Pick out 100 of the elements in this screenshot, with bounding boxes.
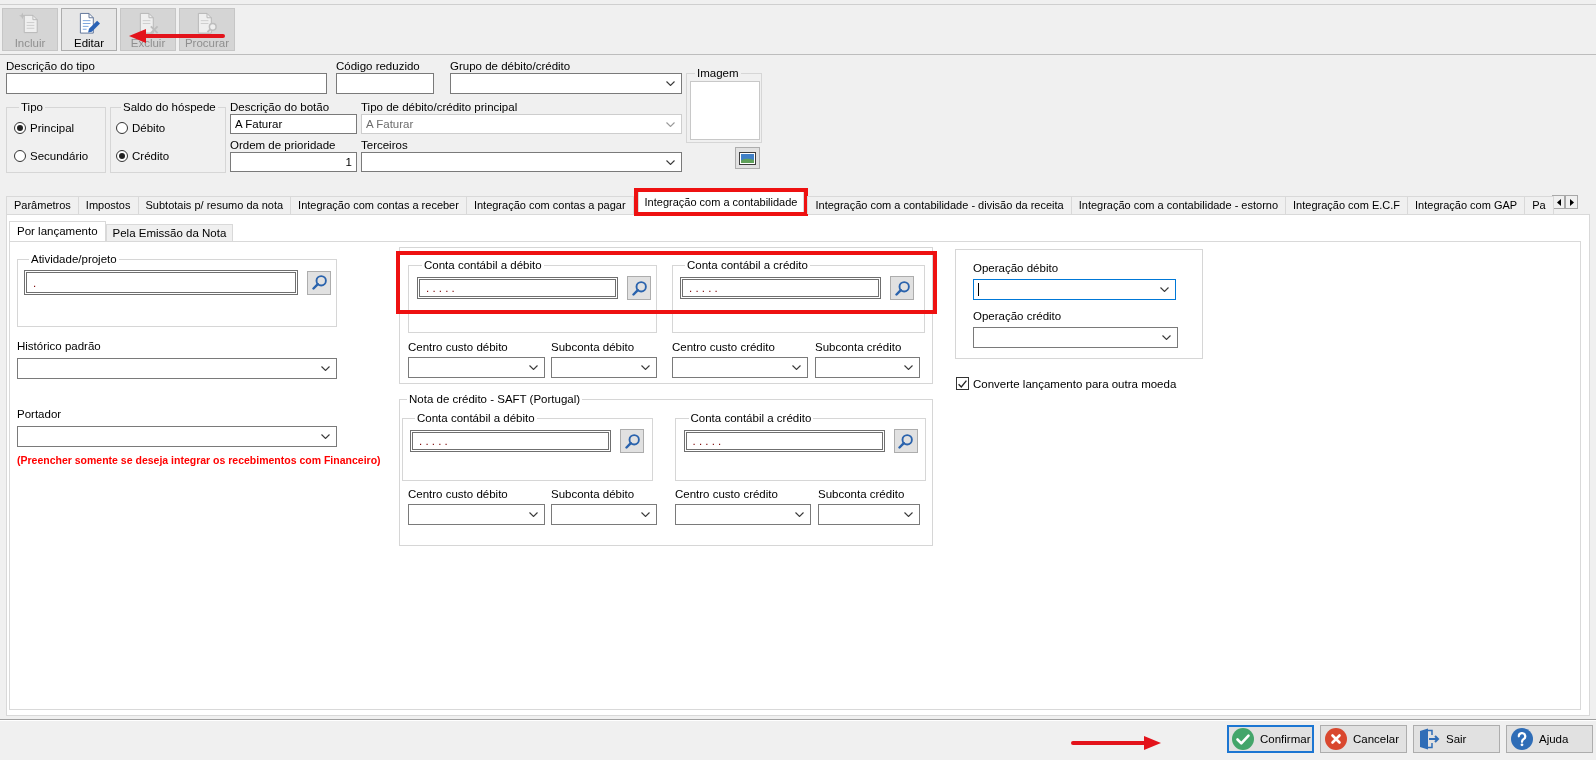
chevron-down-icon bbox=[529, 512, 538, 517]
account-input[interactable]: . . . . . bbox=[680, 277, 881, 299]
image-preview bbox=[690, 81, 760, 140]
triangle-left-icon bbox=[1556, 198, 1561, 206]
group-title: Atividade/projeto bbox=[30, 252, 118, 266]
tab[interactable]: Subtotais p/ resumo da nota bbox=[137, 196, 292, 214]
field-label: Descrição do tipo bbox=[6, 59, 96, 73]
group-title: Tipo bbox=[20, 100, 44, 114]
help-button[interactable]: Ajuda bbox=[1506, 725, 1593, 753]
radio-label: Crédito bbox=[132, 150, 170, 162]
text-input[interactable]: A Faturar bbox=[230, 114, 357, 134]
check-circle-icon bbox=[1232, 728, 1254, 750]
field-label: Operação crédito bbox=[973, 309, 1063, 323]
text-input[interactable] bbox=[336, 73, 434, 94]
radio-button[interactable] bbox=[14, 150, 26, 162]
checkmark-icon bbox=[958, 379, 967, 388]
tab[interactable]: Pela Emissão da Nota bbox=[105, 224, 234, 241]
tab[interactable]: Integração com contas a pagar bbox=[465, 196, 634, 214]
help-icon bbox=[1511, 728, 1533, 750]
number-input[interactable]: 1 bbox=[230, 152, 357, 172]
search-icon bbox=[898, 433, 913, 449]
search-button[interactable] bbox=[893, 429, 918, 453]
field-label: Operação débito bbox=[973, 261, 1060, 275]
field-label: Portador bbox=[17, 407, 62, 421]
dropdown-field[interactable] bbox=[551, 504, 657, 525]
dropdown-field[interactable] bbox=[815, 357, 920, 378]
chevron-down-icon bbox=[529, 365, 538, 370]
group-title: Saldo do hóspede bbox=[122, 100, 217, 114]
picture-icon bbox=[739, 151, 756, 165]
dropdown-field[interactable] bbox=[408, 357, 545, 378]
account-input[interactable]: . . . . . bbox=[410, 430, 611, 452]
search-button[interactable] bbox=[307, 270, 331, 295]
chevron-down-icon bbox=[321, 366, 330, 371]
dropdown-field[interactable] bbox=[551, 357, 657, 378]
tab[interactable]: Por lançamento bbox=[9, 221, 106, 241]
chevron-down-icon bbox=[1162, 335, 1171, 340]
radio-button[interactable] bbox=[116, 122, 128, 134]
checkbox-label: Converte lançamento para outra moeda bbox=[973, 377, 1177, 390]
x-circle-icon bbox=[1325, 728, 1347, 750]
chevron-down-icon bbox=[904, 512, 913, 517]
field-label: Centro custo débito bbox=[408, 487, 509, 501]
field-label: Grupo de débito/crédito bbox=[450, 59, 572, 73]
radio-button[interactable] bbox=[14, 122, 26, 134]
chevron-down-icon bbox=[795, 512, 804, 517]
search-icon bbox=[311, 275, 327, 290]
search-button[interactable] bbox=[627, 276, 651, 300]
exit-button[interactable]: Sair bbox=[1413, 725, 1500, 753]
chevron-down-icon bbox=[792, 365, 801, 370]
field-label: Tipo de débito/crédito principal bbox=[361, 100, 519, 114]
dropdown-field[interactable] bbox=[818, 504, 920, 525]
tab[interactable]: Impostos bbox=[77, 196, 139, 214]
field-label: Terceiros bbox=[361, 138, 409, 152]
tab[interactable]: Integração com GAP bbox=[1407, 196, 1526, 214]
checkbox[interactable] bbox=[956, 377, 969, 390]
dropdown-field[interactable] bbox=[17, 426, 337, 447]
document-pencil-icon bbox=[77, 12, 101, 35]
toolbar-button[interactable]: Editar bbox=[61, 8, 117, 51]
field-label: Histórico padrão bbox=[17, 339, 101, 353]
dropdown-field[interactable] bbox=[450, 73, 682, 94]
dropdown-field[interactable] bbox=[408, 504, 545, 525]
confirm-button[interactable]: Confirmar bbox=[1227, 725, 1314, 753]
chevron-down-icon bbox=[666, 159, 675, 165]
account-input[interactable]: . . . . . bbox=[417, 277, 618, 299]
warning-note: (Preencher somente se deseja integrar os recebimentos com Financeiro) bbox=[17, 453, 381, 467]
radio-label: Principal bbox=[30, 122, 75, 134]
cancel-button[interactable]: Cancelar bbox=[1320, 725, 1407, 753]
tab[interactable]: Integração com contas a receber bbox=[290, 196, 467, 214]
field-label: Descrição do botão bbox=[230, 100, 331, 114]
account-input[interactable]: . bbox=[24, 270, 298, 295]
tab[interactable]: Integração com a contabilidade - estorno bbox=[1070, 196, 1287, 214]
search-button[interactable] bbox=[620, 429, 644, 453]
chevron-down-icon bbox=[666, 81, 675, 86]
group-title: Conta contábil a crédito bbox=[689, 411, 813, 425]
dropdown-field[interactable] bbox=[973, 279, 1176, 300]
picture-button[interactable] bbox=[735, 147, 760, 169]
triangle-right-icon bbox=[1569, 198, 1574, 206]
document-magnifier-icon bbox=[195, 12, 219, 35]
text-input[interactable] bbox=[6, 73, 327, 94]
dropdown-field[interactable] bbox=[973, 327, 1178, 348]
dropdown-field[interactable] bbox=[672, 357, 808, 378]
field-label: Subconta débito bbox=[551, 487, 636, 501]
account-input[interactable]: . . . . . bbox=[683, 430, 885, 452]
dropdown-field[interactable] bbox=[361, 152, 682, 172]
field-label: Ordem de prioridade bbox=[230, 138, 337, 152]
chevron-down-icon bbox=[321, 434, 330, 439]
group-title: Conta contábil a débito bbox=[416, 411, 536, 425]
group-title: Conta contábil a crédito bbox=[686, 258, 809, 272]
field-label: Código reduzido bbox=[336, 59, 421, 73]
scroll-right-button[interactable] bbox=[1565, 195, 1578, 209]
dropdown-field[interactable] bbox=[17, 358, 337, 379]
group-title: Imagem bbox=[696, 66, 740, 80]
tab[interactable]: Parâmetros bbox=[6, 196, 79, 214]
radio-button[interactable] bbox=[116, 150, 128, 162]
field-label: Centro custo crédito bbox=[675, 487, 779, 501]
dropdown-field[interactable] bbox=[675, 504, 811, 525]
tab[interactable]: Pa bbox=[1524, 196, 1554, 214]
search-button[interactable] bbox=[890, 276, 914, 300]
chevron-down-icon bbox=[641, 365, 650, 370]
tab[interactable]: Integração com a contabilidade - divisão da receita bbox=[807, 196, 1072, 214]
tab[interactable]: Integração com E.C.F bbox=[1285, 196, 1409, 214]
